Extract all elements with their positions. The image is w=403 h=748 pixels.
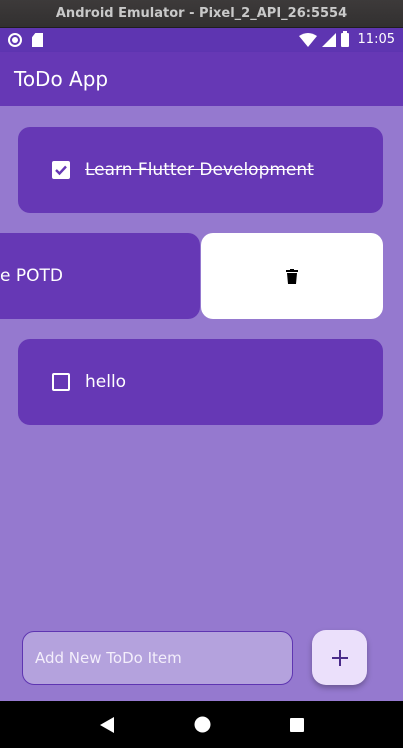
android-nav-bar [0, 701, 403, 748]
todo-checkbox-checked[interactable] [52, 161, 70, 179]
sd-card-icon [32, 33, 43, 47]
add-todo-button[interactable] [312, 630, 367, 685]
swipe-delete-background[interactable] [201, 233, 383, 319]
todo-item-swiping[interactable]: e POTD [0, 233, 200, 319]
home-icon[interactable] [194, 716, 211, 733]
todo-checkbox[interactable] [52, 373, 70, 391]
cell-signal-icon [321, 32, 336, 47]
todo-label: e POTD [0, 266, 63, 286]
back-icon[interactable] [99, 716, 115, 734]
app-title: ToDo App [14, 67, 109, 91]
status-bar: 11:05 [0, 28, 403, 52]
todo-list-area: Learn Flutter Development e POTD hello [0, 106, 403, 701]
recents-icon[interactable] [289, 717, 304, 732]
status-time: 11:05 [357, 32, 395, 47]
app-bar: ToDo App [0, 52, 403, 106]
todo-item[interactable]: Learn Flutter Development [18, 127, 383, 213]
trash-icon [286, 268, 298, 284]
wifi-icon [298, 32, 317, 47]
check-icon [55, 165, 67, 176]
battery-icon [340, 30, 349, 47]
new-todo-field[interactable] [22, 631, 293, 685]
window-title-text: Android Emulator - Pixel_2_API_26:5554 [55, 6, 348, 21]
new-todo-input[interactable] [35, 649, 292, 667]
emulator-window-title: Android Emulator - Pixel_2_API_26:5554 [0, 0, 403, 28]
plus-icon [331, 649, 348, 666]
todo-label: hello [85, 372, 127, 392]
record-icon [8, 33, 22, 47]
todo-label: Learn Flutter Development [85, 160, 314, 180]
todo-item[interactable]: hello [18, 339, 383, 425]
